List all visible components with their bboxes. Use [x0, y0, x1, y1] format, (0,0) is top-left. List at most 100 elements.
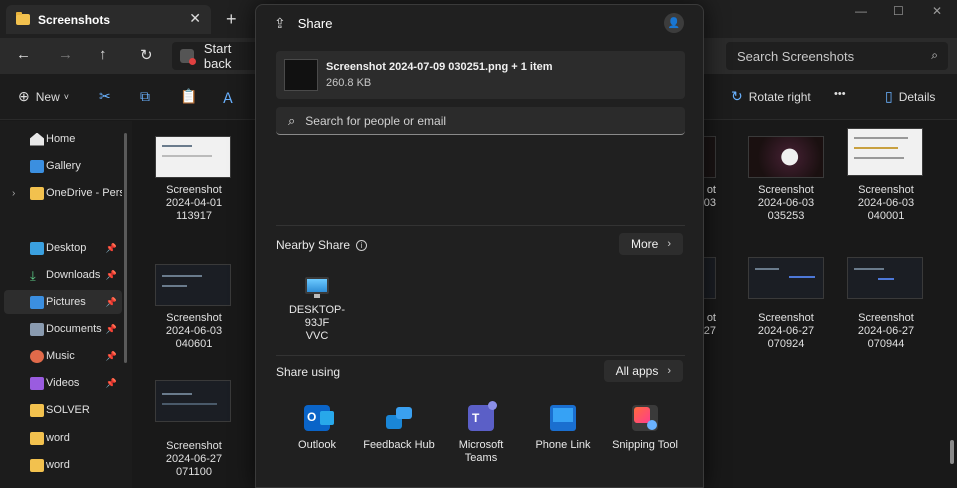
pin-icon[interactable]: 📌: [106, 378, 117, 389]
new-button[interactable]: ⊕ New ˅: [18, 88, 69, 105]
file-name: Screenshot 2024-06-27 070924: [757, 312, 815, 350]
file-thumbnail: [847, 128, 923, 176]
pin-icon[interactable]: 📌: [106, 324, 117, 335]
sidebar-item-label: SOLVER: [46, 404, 90, 416]
people-search-field[interactable]: ⌕: [276, 107, 685, 135]
account-avatar-icon[interactable]: 👤: [664, 13, 684, 33]
app-microsoft-teams[interactable]: Microsoft Teams: [439, 401, 523, 465]
folder-icon: [30, 186, 44, 200]
videos-icon: [30, 376, 44, 390]
folder-icon: [30, 458, 44, 472]
refresh-icon[interactable]: ↻: [140, 46, 153, 64]
details-pane-icon: ▯: [885, 88, 893, 104]
home-icon: [30, 132, 44, 146]
info-icon[interactable]: i: [356, 239, 368, 251]
sidebar-item-onedrive[interactable]: › OneDrive - Perso: [4, 181, 122, 205]
sidebar-item-desktop[interactable]: Desktop 📌: [4, 236, 122, 260]
people-search-input[interactable]: [305, 113, 646, 128]
pin-icon[interactable]: 📌: [106, 351, 117, 362]
pin-icon[interactable]: 📌: [106, 270, 117, 281]
sidebar-item-pictures[interactable]: Pictures 📌: [4, 290, 122, 314]
sidebar-item-label: OneDrive - Perso: [46, 187, 122, 199]
file-name: Screenshot 2024-06-03 040601: [165, 312, 223, 350]
forward-arrow-icon[interactable]: →: [58, 46, 73, 63]
share-using-title: Share using: [276, 365, 341, 379]
shared-file-name: Screenshot 2024-07-09 030251.png + 1 ite…: [326, 61, 553, 73]
file-name: Screenshot 2024-06-03 040001: [857, 184, 915, 222]
address-bar[interactable]: Start back: [172, 41, 262, 71]
tab-close-icon[interactable]: ✕: [189, 10, 201, 27]
new-tab-icon[interactable]: +: [226, 9, 237, 30]
back-arrow-icon[interactable]: ←: [16, 46, 31, 63]
more-button[interactable]: More ›: [618, 233, 683, 255]
rotate-right-button[interactable]: ↻ Rotate right: [731, 88, 811, 105]
pin-icon[interactable]: 📌: [106, 243, 117, 254]
app-outlook[interactable]: Outlook: [275, 405, 359, 452]
chevron-right-icon[interactable]: ›: [12, 188, 15, 199]
app-feedback-hub[interactable]: Feedback Hub: [357, 405, 441, 452]
downloads-icon: ⤓: [30, 267, 36, 283]
all-apps-label: All apps: [615, 364, 659, 378]
details-button[interactable]: ▯ Details: [885, 88, 935, 105]
sidebar-item-documents[interactable]: Documents 📌: [4, 317, 122, 341]
new-label: New: [35, 89, 60, 104]
sidebar-item-word-2[interactable]: word: [4, 453, 122, 477]
explorer-search-input[interactable]: Search Screenshots ⌕: [726, 42, 948, 70]
desktop-icon: [30, 241, 44, 255]
rename-icon[interactable]: Ａ: [221, 88, 235, 108]
sidebar-item-solver[interactable]: SOLVER: [4, 398, 122, 422]
tab-screenshots[interactable]: Screenshots ✕: [6, 5, 211, 34]
copy-icon[interactable]: ⧉: [140, 88, 150, 105]
pictures-icon: [30, 295, 44, 309]
sidebar-item-label: Documents: [46, 323, 102, 335]
sidebar-item-home[interactable]: Home: [4, 127, 122, 151]
chevron-right-icon: ›: [667, 365, 671, 377]
close-window-icon[interactable]: ✕: [932, 4, 942, 18]
share-title: Share: [297, 15, 333, 31]
share-dialog: ⇪ Share 👤 Screenshot 2024-07-09 030251.p…: [255, 4, 704, 488]
sidebar-item-downloads[interactable]: ⤓ Downloads 📌: [4, 263, 122, 287]
paste-icon[interactable]: 📋: [180, 88, 197, 105]
folder-icon: [30, 403, 44, 417]
up-arrow-icon[interactable]: ↑: [99, 46, 107, 63]
phone-link-icon: [550, 405, 576, 431]
tab-title: Screenshots: [38, 12, 111, 27]
sidebar-item-music[interactable]: Music 📌: [4, 344, 122, 368]
sidebar-item-label: Gallery: [46, 160, 81, 172]
chevron-down-icon: ˅: [63, 91, 70, 102]
monitor-icon: [305, 277, 329, 298]
sidebar-item-label: Videos: [46, 377, 80, 389]
sidebar-item-gallery[interactable]: Gallery: [4, 154, 122, 178]
nearby-share-title: Nearby Share i: [276, 238, 368, 252]
file-name: Screenshot 2024-04-01 113917: [165, 184, 223, 222]
app-icon: [180, 49, 196, 65]
file-thumbnail: [280, 56, 318, 91]
file-thumbnail: [155, 136, 231, 178]
maximize-icon[interactable]: ☐: [893, 4, 904, 18]
rotate-right-label: Rotate right: [748, 89, 811, 104]
app-name: Feedback Hub: [363, 439, 435, 451]
sidebar-item-word[interactable]: word: [4, 426, 122, 450]
file-thumbnail: [748, 257, 824, 299]
cut-icon[interactable]: ✂: [99, 88, 111, 105]
all-apps-button[interactable]: All apps ›: [603, 360, 683, 382]
pin-icon[interactable]: 📌: [106, 297, 117, 308]
sidebar-item-label: Home: [46, 133, 76, 145]
app-phone-link[interactable]: Phone Link: [521, 405, 605, 452]
app-name: Snipping Tool: [612, 439, 678, 451]
shared-file-card: Screenshot 2024-07-09 030251.png + 1 ite…: [276, 51, 685, 99]
sidebar-scrollbar[interactable]: [124, 133, 127, 363]
teams-icon: [468, 401, 497, 431]
snipping-tool-icon: [632, 405, 658, 431]
more-label: More: [630, 237, 659, 251]
more-options-icon[interactable]: •••: [834, 88, 846, 100]
device-name: DESKTOP-93JF VVC: [288, 304, 346, 342]
sidebar-item-videos[interactable]: Videos 📌: [4, 371, 122, 395]
app-snipping-tool[interactable]: Snipping Tool: [603, 405, 687, 452]
sidebar-item-label: word: [46, 459, 70, 471]
file-thumbnail: [748, 136, 824, 178]
nearby-device[interactable]: DESKTOP-93JF VVC: [282, 277, 352, 343]
minimize-icon[interactable]: —: [855, 4, 867, 18]
file-name: Screenshot 2024-06-03 035253: [757, 184, 815, 222]
file-list-scrollbar[interactable]: [950, 440, 954, 464]
